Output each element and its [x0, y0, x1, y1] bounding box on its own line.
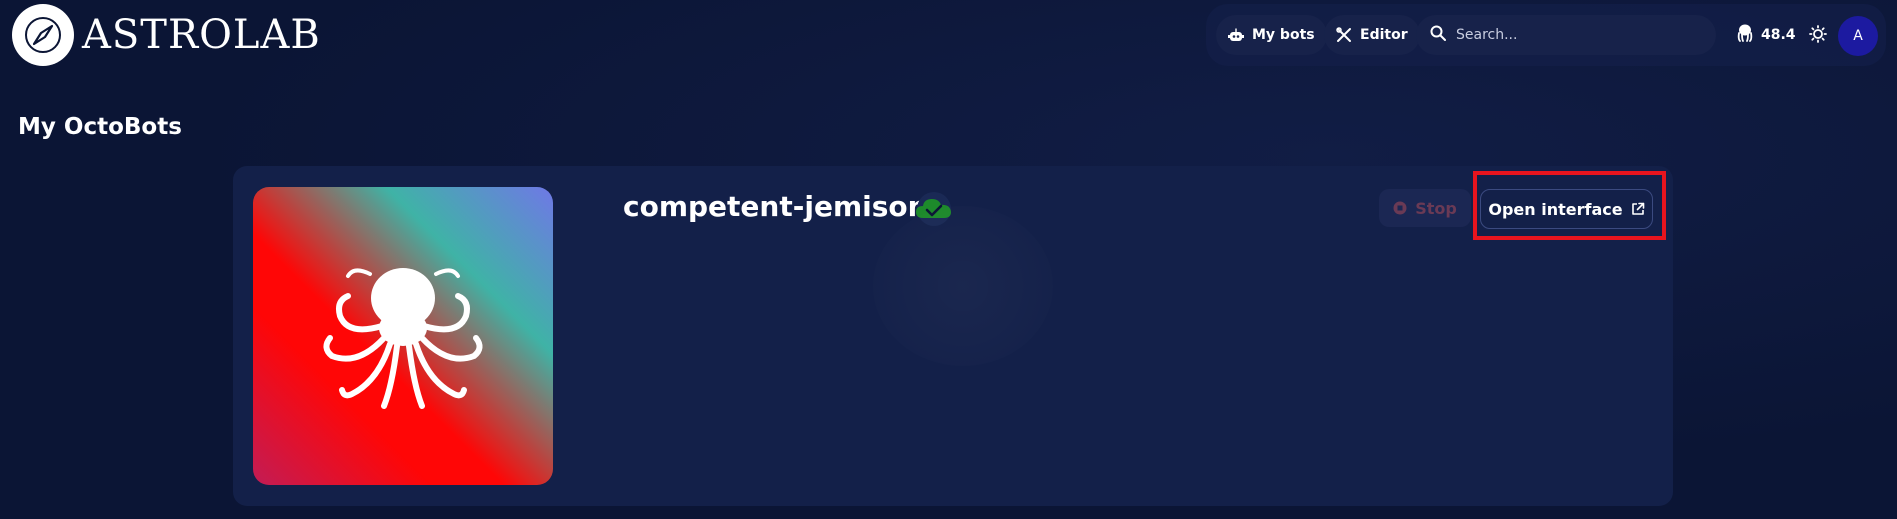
- search-input[interactable]: [1456, 27, 1696, 43]
- bot-card: competent-jemison Stop Open interface: [233, 166, 1673, 506]
- stop-icon: [1393, 201, 1407, 215]
- page: ASTROLAB My bots Editor Search... 48.4 A…: [0, 0, 1897, 519]
- search-bar[interactable]: [1416, 15, 1716, 55]
- search-icon: [1430, 25, 1446, 45]
- tools-icon: [1336, 27, 1352, 43]
- my-bots-button[interactable]: My bots: [1216, 15, 1327, 55]
- bot-avatar-image: [253, 187, 553, 485]
- credits-value: 48.4: [1761, 27, 1796, 43]
- avatar-initial: A: [1853, 28, 1863, 44]
- cloud-check-icon: [912, 192, 956, 230]
- bot-name: competent-jemison: [623, 190, 928, 223]
- my-bots-label: My bots: [1252, 27, 1315, 43]
- avatar[interactable]: A: [1838, 16, 1878, 56]
- stop-button[interactable]: Stop: [1379, 189, 1471, 227]
- highlight-box: [1473, 171, 1666, 240]
- compass-icon: [12, 4, 74, 66]
- brand-name: ASTROLAB: [82, 12, 321, 58]
- editor-label: Editor: [1360, 27, 1408, 43]
- octopus-icon: [1737, 24, 1753, 46]
- stop-label: Stop: [1415, 198, 1457, 218]
- robot-icon: [1228, 27, 1244, 43]
- octopus-icon: [323, 268, 483, 409]
- brand-logo[interactable]: ASTROLAB: [12, 4, 321, 66]
- theme-toggle-sun-icon[interactable]: [1809, 25, 1827, 47]
- editor-button[interactable]: Editor: [1324, 15, 1420, 55]
- credits-indicator[interactable]: 48.4: [1737, 24, 1796, 46]
- page-title: My OctoBots: [18, 114, 182, 140]
